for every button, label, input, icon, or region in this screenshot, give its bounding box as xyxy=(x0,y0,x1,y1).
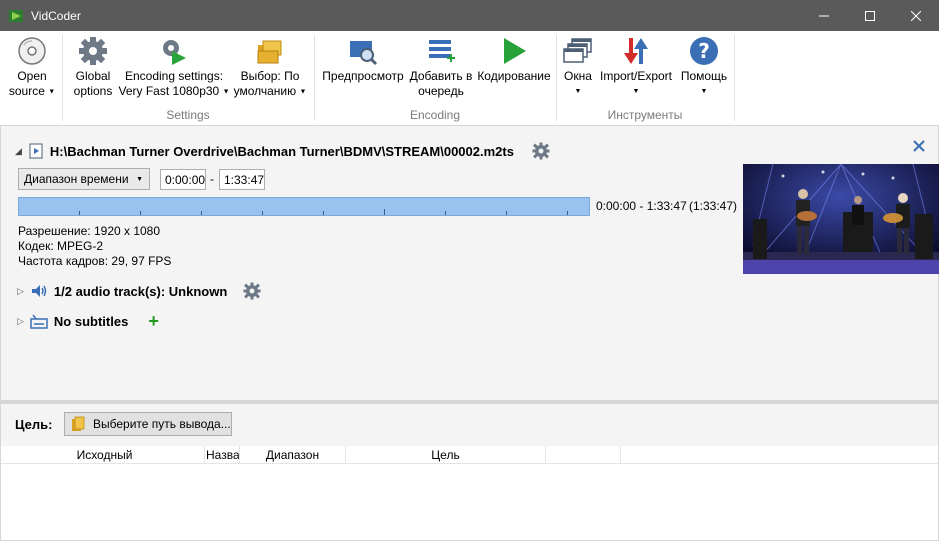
add-queue-icon xyxy=(429,40,455,62)
source-settings-gear-icon[interactable] xyxy=(532,142,550,160)
time-range-slider[interactable] xyxy=(18,197,590,216)
dropdown-arrow-icon: ▼ xyxy=(700,88,708,95)
chevron-down-icon: ▼ xyxy=(136,176,143,183)
range-start-input[interactable]: 0:00:00 xyxy=(160,169,206,190)
codec-text: Кодек: MPEG-2 xyxy=(18,239,104,253)
preview-magnifier-icon xyxy=(350,41,378,66)
open-source-button[interactable]: Open source ▼ xyxy=(8,35,56,99)
encoding-group-label: Encoding xyxy=(409,108,461,122)
maximize-icon xyxy=(865,10,875,21)
queue-column-range[interactable]: Диапазон xyxy=(240,446,346,464)
encoding-settings-label-2: Very Fast 1080p30 xyxy=(118,84,220,98)
range-type-dropdown[interactable]: Диапазон времени ▼ xyxy=(18,168,150,190)
video-file-icon xyxy=(29,143,43,159)
framerate-text: Частота кадров: 29, 97 FPS xyxy=(18,254,172,268)
range-end-input[interactable]: 1:33:47 xyxy=(219,169,265,190)
vidcoder-logo-icon xyxy=(9,9,23,22)
subtitles-text: No subtitles xyxy=(53,313,129,329)
dropdown-arrow-icon: ▼ xyxy=(632,88,640,95)
import-export-arrows-icon xyxy=(624,38,648,64)
timeline-duration-text: (1:33:47) xyxy=(689,199,738,213)
selection-label-1: Выбор: По xyxy=(240,69,300,83)
encode-queue: Исходный Назва Диапазон Цель xyxy=(0,446,939,541)
add-to-queue-label-2: очередь xyxy=(418,84,464,98)
add-to-queue-button[interactable]: Добавить в очередь xyxy=(408,35,474,99)
global-options-label-2: options xyxy=(73,84,113,98)
dropdown-arrow-icon: ▼ xyxy=(574,88,582,95)
gear-icon xyxy=(79,37,107,65)
global-options-label-1: Global xyxy=(75,69,111,83)
folders-icon xyxy=(257,40,282,64)
global-options-button[interactable]: Global options xyxy=(70,35,116,99)
disc-icon xyxy=(18,37,46,65)
source-path: H:\Bachman Turner Overdrive\Bachman Turn… xyxy=(49,143,514,159)
add-subtitle-plus-icon[interactable]: + xyxy=(148,312,159,330)
windows-icon xyxy=(563,38,592,63)
play-icon xyxy=(504,38,526,64)
video-preview-thumbnail xyxy=(743,164,939,274)
title-bar: VidCoder xyxy=(0,0,939,31)
queue-column-destination[interactable]: Цель xyxy=(346,446,546,464)
dropdown-arrow-icon: ▼ xyxy=(222,88,230,96)
windows-button[interactable]: Окна ▼ xyxy=(560,35,596,99)
ribbon-toolbar: Open source ▼ Global options Encoding se… xyxy=(0,31,939,126)
windows-label: Окна xyxy=(564,69,592,83)
speaker-icon xyxy=(31,285,47,297)
add-to-queue-label-1: Добавить в xyxy=(409,69,473,83)
window-title: VidCoder xyxy=(31,8,81,23)
choose-output-path-button[interactable]: Выберите путь вывода... xyxy=(64,412,232,436)
minimize-icon xyxy=(819,15,829,16)
close-window-button[interactable] xyxy=(893,0,939,31)
encoding-settings-label-1: Encoding settings: xyxy=(124,69,224,83)
range-separator: - xyxy=(210,172,214,186)
maximize-button[interactable] xyxy=(847,0,893,31)
queue-column-source[interactable]: Исходный xyxy=(5,446,205,464)
timeline-range-text: 0:00:00 - 1:33:47 xyxy=(596,199,687,213)
open-source-label-2: source xyxy=(8,84,45,98)
audio-tracks-row[interactable]: ▷ 1/2 audio track(s): Unknown xyxy=(17,282,261,300)
queue-header: Исходный Назва Диапазон Цель xyxy=(1,446,938,464)
help-label: Помощь xyxy=(680,69,728,83)
queue-column-title[interactable]: Назва xyxy=(205,446,240,464)
subtitles-row[interactable]: ▷ No subtitles + xyxy=(17,312,159,330)
expand-triangle-icon[interactable]: ▷ xyxy=(17,286,24,297)
audio-settings-gear-icon[interactable] xyxy=(243,282,261,300)
help-button[interactable]: ? Помощь ▼ xyxy=(676,35,732,99)
subtitles-icon xyxy=(30,314,48,329)
import-export-button[interactable]: Import/Export ▼ xyxy=(598,35,674,99)
dropdown-arrow-icon: ▼ xyxy=(48,88,56,96)
source-panel: ◢ H:\Bachman Turner Overdrive\Bachman Tu… xyxy=(0,126,939,400)
choose-output-path-label: Выберите путь вывода... xyxy=(93,417,231,431)
svg-text:?: ? xyxy=(698,39,710,63)
collapse-triangle-icon[interactable]: ◢ xyxy=(15,146,22,157)
folder-icon xyxy=(72,416,85,431)
audio-tracks-text: 1/2 audio track(s): Unknown xyxy=(53,283,228,299)
tools-group-label: Инструменты xyxy=(607,108,683,122)
destination-label: Цель: xyxy=(15,417,53,432)
expand-triangle-icon[interactable]: ▷ xyxy=(17,316,24,327)
close-source-icon[interactable] xyxy=(912,139,926,153)
source-header: ◢ H:\Bachman Turner Overdrive\Bachman Tu… xyxy=(15,142,550,160)
encoding-settings-icon xyxy=(163,40,186,65)
minimize-button[interactable] xyxy=(801,0,847,31)
help-question-icon: ? xyxy=(690,37,718,65)
resolution-text: Разрешение: 1920 x 1080 xyxy=(18,224,161,238)
queue-column-status[interactable] xyxy=(546,446,621,464)
close-icon xyxy=(911,10,921,21)
dropdown-arrow-icon: ▼ xyxy=(299,88,307,96)
range-type-value: Диапазон времени xyxy=(24,172,129,186)
preview-button[interactable]: Предпросмотр xyxy=(320,35,406,84)
open-source-label-1: Open xyxy=(17,69,47,83)
destination-bar: Цель: Выберите путь вывода... xyxy=(0,404,939,446)
import-export-label: Import/Export xyxy=(599,69,673,83)
preview-label: Предпросмотр xyxy=(322,69,404,83)
encode-button[interactable]: Кодирование xyxy=(476,35,552,84)
encode-label: Кодирование xyxy=(477,69,551,83)
settings-group-label: Settings xyxy=(166,108,210,122)
encoding-settings-button[interactable]: Encoding settings: Very Fast 1080p30 ▼ xyxy=(118,35,230,99)
selection-preset-button[interactable]: Выбор: По умолчанию ▼ xyxy=(232,35,308,99)
selection-label-2: умолчанию xyxy=(233,84,297,98)
